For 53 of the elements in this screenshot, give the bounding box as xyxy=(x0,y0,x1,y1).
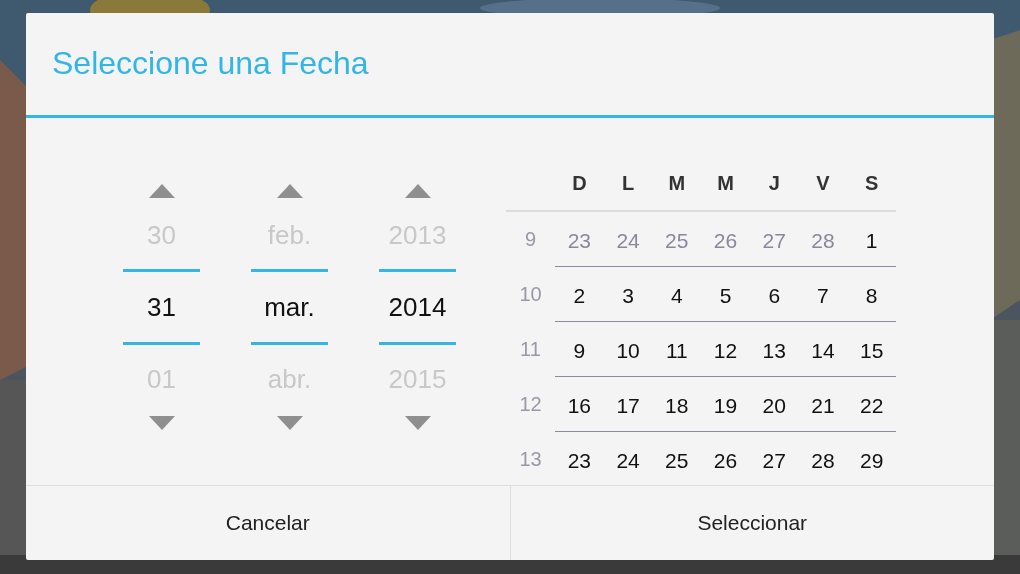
dialog-title: Seleccione una Fecha xyxy=(52,44,369,83)
calendar-day[interactable]: 27 xyxy=(762,449,786,473)
spinner-value[interactable]: mar. xyxy=(264,291,315,323)
calendar-day[interactable]: 20 xyxy=(762,394,786,418)
dialog-button[interactable]: Seleccionar xyxy=(509,486,994,560)
up-arrow-icon[interactable] xyxy=(148,184,175,198)
calendar-day[interactable]: 1 xyxy=(865,229,878,253)
up-arrow-icon[interactable] xyxy=(276,184,303,198)
calendar-day[interactable]: 9 xyxy=(573,339,586,363)
week-number: 11 xyxy=(520,338,541,361)
calendar-day[interactable]: 11 xyxy=(665,339,688,363)
down-arrow-icon[interactable] xyxy=(148,416,175,430)
spinner-value[interactable]: 2014 xyxy=(388,291,447,323)
calendar-day[interactable]: 5 xyxy=(719,284,732,308)
calendar-day[interactable]: 8 xyxy=(865,284,878,308)
calendar-day[interactable]: 4 xyxy=(670,284,683,308)
week-number: 12 xyxy=(519,393,542,416)
weekday-label: M xyxy=(668,171,686,195)
down-arrow-icon[interactable] xyxy=(276,416,303,430)
calendar-day[interactable]: 21 xyxy=(811,394,835,418)
calendar-day[interactable]: 23 xyxy=(567,449,592,473)
week-number: 10 xyxy=(519,283,542,306)
weekday-label: M xyxy=(717,171,734,195)
calendar-day[interactable]: 3 xyxy=(622,284,634,308)
calendar-day[interactable]: 6 xyxy=(768,284,781,308)
calendar-day[interactable]: 29 xyxy=(860,449,884,473)
down-arrow-icon[interactable] xyxy=(404,416,431,430)
dialog-button[interactable]: Cancelar xyxy=(26,486,510,560)
calendar-day[interactable]: 18 xyxy=(665,394,689,418)
calendar-day[interactable]: 28 xyxy=(811,449,835,473)
calendar-day[interactable]: 17 xyxy=(616,394,640,418)
calendar-day[interactable]: 14 xyxy=(811,339,835,363)
week-number: 9 xyxy=(524,228,537,251)
calendar-day[interactable]: 22 xyxy=(860,394,884,418)
weekday-label: L xyxy=(621,171,635,195)
calendar-day[interactable]: 16 xyxy=(567,394,592,418)
weekday-label: D xyxy=(572,171,587,195)
weekday-label: S xyxy=(865,171,879,195)
calendar-day[interactable]: 2 xyxy=(573,284,586,308)
calendar-day[interactable]: 7 xyxy=(817,284,829,308)
calendar-day[interactable]: 19 xyxy=(713,394,738,418)
calendar-day[interactable]: 25 xyxy=(665,449,689,473)
up-arrow-icon[interactable] xyxy=(404,184,431,198)
calendar-day[interactable]: 26 xyxy=(713,449,738,473)
calendar-day[interactable]: 13 xyxy=(762,339,786,363)
weekday-label: V xyxy=(816,171,830,195)
calendar-day[interactable]: 24 xyxy=(616,449,640,473)
calendar-day[interactable]: 12 xyxy=(713,339,738,363)
calendar-day[interactable]: 15 xyxy=(860,339,884,363)
spinner-value[interactable]: 31 xyxy=(147,291,176,323)
calendar-day[interactable]: 10 xyxy=(616,339,640,363)
weekday-label: J xyxy=(768,171,780,195)
week-number: 13 xyxy=(519,448,542,471)
